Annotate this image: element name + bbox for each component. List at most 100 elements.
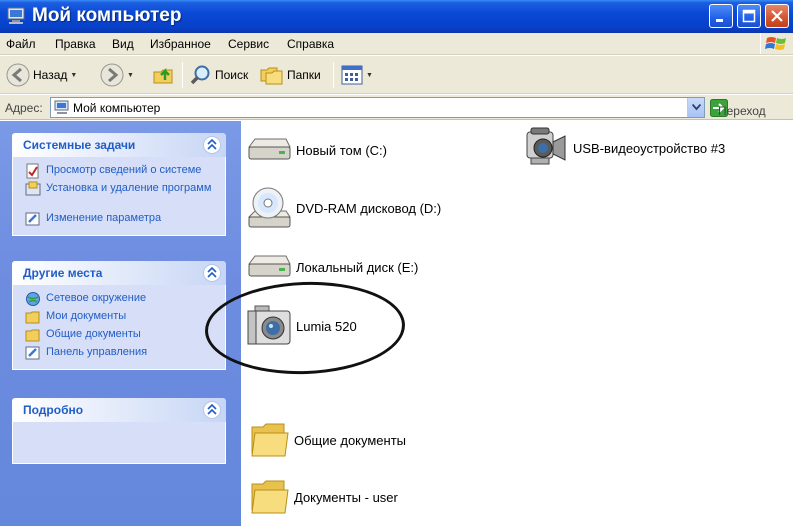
address-value: Мой компьютер	[73, 101, 161, 115]
search-label: Поиск	[215, 68, 249, 82]
drive-e-item[interactable]: Локальный диск (E:)	[246, 252, 418, 282]
standard-toolbar: Назад ▼ ▼ Поиск Папки ▼	[0, 56, 793, 94]
details-body	[12, 422, 226, 464]
control-panel-icon	[25, 212, 40, 226]
menu-favorites[interactable]: Избранное	[150, 37, 211, 51]
back-dropdown-icon[interactable]: ▼	[70, 72, 77, 79]
windows-logo	[760, 33, 793, 54]
system-tasks-header[interactable]: Системные задачи	[12, 133, 226, 157]
user-documents-label: Документы - user	[294, 489, 398, 505]
menu-tools[interactable]: Сервис	[228, 37, 269, 51]
forward-arrow-icon	[100, 63, 124, 87]
control-panel-icon	[25, 346, 40, 360]
details-title: Подробно	[23, 403, 84, 417]
dvd-drive-icon	[247, 187, 291, 228]
search-button[interactable]: Поиск	[190, 61, 248, 89]
menu-help[interactable]: Справка	[287, 37, 334, 51]
task-label: Просмотр сведений о системе	[46, 164, 202, 176]
drive-e-label: Локальный диск (E:)	[296, 259, 419, 275]
address-input[interactable]: Мой компьютер	[50, 97, 705, 118]
folders-label: Папки	[287, 68, 321, 82]
folder-icon	[251, 423, 289, 457]
details-header[interactable]: Подробно	[12, 398, 226, 422]
title-bar[interactable]: Мой компьютер	[0, 0, 793, 33]
address-label: Адрес:	[5, 101, 43, 115]
menu-bar: Файл Правка Вид Избранное Сервис Справка	[0, 33, 793, 55]
back-label: Назад	[33, 68, 68, 82]
drive-c-label: Новый том (C:)	[296, 142, 387, 158]
toolbar-separator	[333, 62, 334, 88]
views-dropdown-icon[interactable]: ▼	[366, 72, 373, 79]
place-control-panel[interactable]: Панель управления	[13, 345, 225, 363]
close-icon	[771, 10, 783, 22]
system-info-icon	[26, 163, 39, 179]
double-chevron-up-icon	[207, 404, 217, 415]
collapse-button[interactable]	[203, 136, 221, 154]
windows-flag-icon	[765, 37, 786, 50]
forward-button[interactable]: ▼	[100, 61, 134, 89]
my-computer-small-icon	[54, 100, 69, 114]
views-button[interactable]: ▼	[341, 61, 373, 89]
address-bar: Адрес: Мой компьютер Переход	[0, 95, 793, 120]
other-places-panel: Другие места Сетевое окружение Мои докум…	[12, 261, 226, 370]
user-documents-item[interactable]: Документы - user	[250, 478, 398, 516]
collapse-button[interactable]	[203, 264, 221, 282]
add-remove-programs-icon	[25, 181, 41, 196]
other-places-title: Другие места	[23, 266, 103, 280]
drive-c-item[interactable]: Новый том (C:)	[246, 135, 387, 165]
minimize-icon	[716, 19, 723, 22]
window-title: Мой компьютер	[32, 5, 182, 26]
toolbar-separator	[182, 62, 183, 88]
system-tasks-body: Просмотр сведений о системе Установка и …	[12, 157, 226, 236]
back-button[interactable]: Назад ▼	[6, 61, 77, 89]
network-globe-icon	[26, 292, 40, 306]
menu-file[interactable]: Файл	[6, 37, 36, 51]
place-shared-documents[interactable]: Общие документы	[13, 327, 225, 345]
task-view-system-info[interactable]: Просмотр сведений о системе	[13, 163, 225, 181]
menu-view[interactable]: Вид	[112, 37, 134, 51]
collapse-button[interactable]	[203, 401, 221, 419]
place-label: Сетевое окружение	[46, 292, 147, 304]
search-icon	[190, 65, 210, 85]
close-button[interactable]	[765, 4, 789, 28]
up-folder-icon	[153, 67, 173, 84]
details-panel: Подробно	[12, 398, 226, 464]
task-label: Изменение параметра	[46, 212, 162, 224]
menu-edit[interactable]: Правка	[55, 37, 96, 51]
place-network[interactable]: Сетевое окружение	[13, 291, 225, 309]
go-button[interactable]: Переход	[710, 98, 766, 118]
task-change-setting[interactable]: Изменение параметра	[13, 211, 225, 229]
hard-drive-icon	[248, 255, 291, 277]
folders-icon	[260, 67, 283, 85]
my-computer-icon	[7, 7, 25, 24]
minimize-button[interactable]	[709, 4, 733, 28]
drive-d-label: DVD-RAM дисковод (D:)	[296, 200, 442, 216]
forward-dropdown-icon[interactable]: ▼	[127, 72, 134, 79]
hard-drive-icon	[248, 138, 291, 160]
place-label: Панель управления	[46, 346, 148, 358]
other-places-body: Сетевое окружение Мои документы Общие до…	[12, 285, 226, 370]
place-label: Мои документы	[46, 310, 127, 322]
task-label: Установка и удаление программ	[46, 182, 212, 194]
place-my-documents[interactable]: Мои документы	[13, 309, 225, 327]
shared-documents-item[interactable]: Общие документы	[250, 421, 406, 459]
shared-documents-label: Общие документы	[294, 432, 407, 448]
usb-video-device-item[interactable]: USB-видеоустройство #3	[523, 126, 725, 170]
usb-video-label: USB-видеоустройство #3	[573, 140, 726, 156]
drive-d-item[interactable]: DVD-RAM дисковод (D:)	[246, 185, 441, 231]
other-places-header[interactable]: Другие места	[12, 261, 226, 285]
maximize-icon	[742, 9, 756, 23]
chevron-down-icon	[692, 104, 701, 111]
address-dropdown-button[interactable]	[687, 98, 704, 117]
place-label: Общие документы	[46, 328, 141, 340]
go-label: Переход	[718, 104, 766, 118]
up-folder-button[interactable]	[152, 61, 176, 89]
views-grid-icon	[341, 65, 363, 85]
maximize-button[interactable]	[737, 4, 761, 28]
task-pane: Системные задачи Просмотр сведений о сис…	[0, 121, 241, 526]
task-add-remove-programs[interactable]: Установка и удаление программ	[13, 181, 225, 211]
folders-button[interactable]: Папки	[260, 61, 321, 89]
folder-icon	[251, 480, 289, 514]
video-camera-icon	[526, 127, 566, 165]
back-arrow-icon	[6, 63, 30, 87]
